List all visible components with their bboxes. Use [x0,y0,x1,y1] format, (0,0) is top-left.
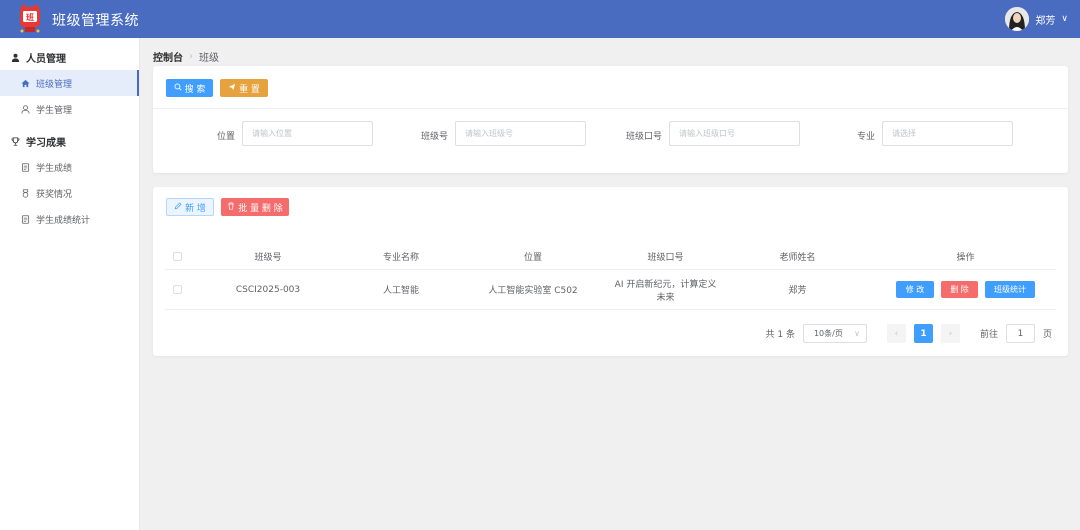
chevron-left-icon: ‹ [894,328,899,339]
edit-icon [174,202,182,213]
class-statistics-button[interactable]: 班级统计 [985,281,1035,298]
search-button-label: 搜 索 [184,84,206,95]
location-input[interactable]: 请输入位置 [242,121,373,146]
pagination: 共 1 条 10条/页 ∨ ‹ 1 › 前往 1 页 [766,324,1052,343]
menu-group-label: 学习成果 [26,137,66,149]
breadcrumb: 控制台 › 班级 [153,49,219,64]
menu-group-label: 人员管理 [26,53,66,65]
column-header: 操作 [956,252,975,263]
prev-page-button[interactable]: ‹ [886,324,906,343]
search-icon [174,83,182,94]
menu-group-learning[interactable]: 学习成果 [0,128,139,154]
menu-group-personnel[interactable]: 人员管理 [0,44,139,70]
column-header: 老师姓名 [779,252,816,263]
column-header: 专业名称 [382,252,419,263]
sidebar-item-awards[interactable]: 获奖情况 [0,180,139,206]
user-icon [10,52,20,62]
sidebar-item-label: 班级管理 [36,79,73,90]
user-menu[interactable]: 郑芳 ∨ [1005,7,1068,31]
document-icon [20,214,30,224]
chevron-right-icon: › [189,51,193,62]
breadcrumb-home[interactable]: 控制台 [153,49,183,64]
location-cell: 人工智能实验室 C502 [488,286,578,296]
sidebar-item-class-management[interactable]: 班级管理 [0,70,139,96]
sidebar-item-student-management[interactable]: 学生管理 [0,96,139,122]
table-header: 班级号 专业名称 位置 班级口号 老师姓名 操作 [165,243,1056,270]
chevron-down-icon[interactable]: ∨ [1061,14,1068,24]
trash-icon [227,201,235,213]
sidebar-item-student-grades[interactable]: 学生成绩 [0,154,139,180]
column-header: 位置 [523,252,542,263]
table-card: 新 增 批 量 删 除 班级号 专业名称 位置 班级口号 老师姓名 操作 CSC… [153,187,1068,356]
app-title: 班级管理系统 [52,13,139,29]
goto-page-input[interactable]: 1 [1005,324,1035,343]
chevron-down-icon: ∨ [854,329,860,338]
batch-delete-label: 批 量 删 除 [238,203,283,214]
goto-label: 前往 [979,330,998,340]
class-code-cell: CSCI2025-003 [235,284,301,295]
delete-button[interactable]: 删 除 [941,281,978,298]
medal-icon [20,188,30,198]
actions-cell: 修 改 删 除 班级统计 [875,281,1056,298]
sidebar-item-label: 学生成绩统计 [36,215,91,226]
sidebar-item-label: 学生成绩 [36,163,73,174]
major-select[interactable]: 请选择 [882,121,1013,146]
page-size-value: 10条/页 [813,329,843,338]
user-name[interactable]: 郑芳 [1035,12,1055,27]
major-label: 专业 [856,132,875,142]
class-code-label: 班级号 [420,132,448,142]
search-button[interactable]: 搜 索 [166,79,213,97]
app-header: 班 班级管理系统 郑芳 ∨ [0,0,1080,38]
page-suffix: 页 [1042,330,1052,340]
reset-button-label: 重 置 [239,84,260,95]
row-checkbox[interactable] [172,285,182,294]
search-card: 搜 索 重 置 位置 请输入位置 班级号 请输入班级号 班级口号 请输入班级口号… [153,66,1068,173]
column-header: 班级口号 [647,252,684,263]
add-button-label: 新 增 [185,203,206,214]
sidebar: 人员管理 班级管理 学生管理 学习成果 学生成绩 获奖情况 学生成绩统计 [0,38,140,530]
logo-text: 班 [26,12,34,22]
divider [153,108,1068,109]
select-all-checkbox[interactable] [172,251,182,261]
page-size-select[interactable]: 10条/页 ∨ [802,324,867,343]
next-page-button[interactable]: › [940,324,960,343]
slogan-cell: AI 开启新纪元，计算定义未来 [614,279,717,303]
trophy-icon [10,136,20,146]
reset-button[interactable]: 重 置 [220,79,268,97]
table-row: CSCI2025-003 人工智能 人工智能实验室 C502 AI 开启新纪元，… [165,270,1056,310]
user-icon [20,104,30,114]
document-icon [20,162,30,172]
app-logo: 班 [16,3,44,35]
home-icon [20,78,30,88]
class-table: 班级号 专业名称 位置 班级口号 老师姓名 操作 CSCI2025-003 人工… [165,243,1056,310]
class-code-input[interactable]: 请输入班级号 [455,121,586,146]
page-number-current[interactable]: 1 [913,324,933,343]
breadcrumb-current: 班级 [199,53,219,64]
add-button[interactable]: 新 增 [166,198,214,216]
location-label: 位置 [216,132,235,142]
class-slogan-input[interactable]: 请输入班级口号 [669,121,800,146]
edit-button[interactable]: 修 改 [896,281,934,298]
total-count: 共 1 条 [765,330,795,340]
column-header: 班级号 [254,252,282,263]
sidebar-item-label: 获奖情况 [36,189,73,200]
batch-delete-button[interactable]: 批 量 删 除 [221,198,289,216]
teacher-cell: 郑芳 [788,286,807,296]
class-slogan-label: 班级口号 [625,132,662,142]
avatar[interactable] [1005,7,1030,31]
major-cell: 人工智能 [382,286,419,296]
send-icon [228,83,236,94]
sidebar-item-label: 学生管理 [36,105,73,116]
sidebar-item-grade-statistics[interactable]: 学生成绩统计 [0,206,139,232]
chevron-right-icon: › [948,328,953,339]
